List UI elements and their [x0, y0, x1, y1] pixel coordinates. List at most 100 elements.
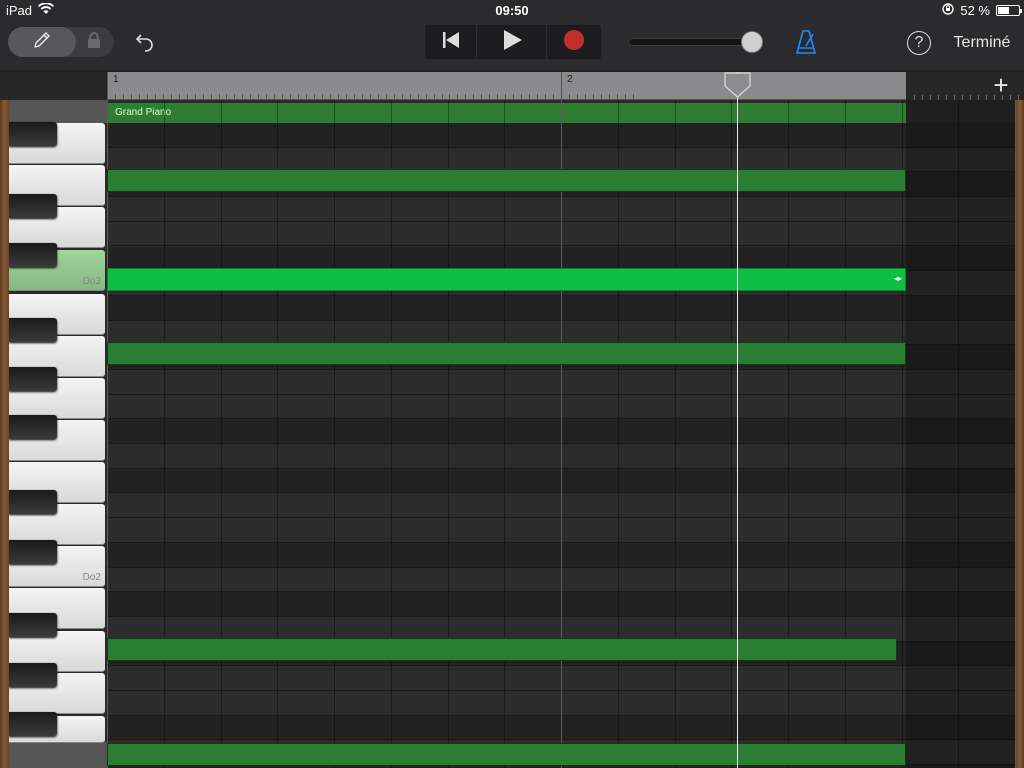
ruler-tick — [521, 94, 522, 99]
black-key[interactable] — [9, 367, 57, 391]
help-button[interactable]: ? — [907, 31, 931, 55]
ruler-tick — [211, 94, 212, 99]
beat-gridline — [561, 100, 562, 768]
midi-note[interactable] — [107, 638, 897, 661]
ruler-tick — [370, 94, 371, 99]
ruler-tick — [569, 94, 570, 99]
ruler-tick — [537, 94, 538, 99]
playhead-handle[interactable] — [724, 72, 751, 98]
black-key[interactable] — [9, 318, 57, 342]
master-volume-slider[interactable] — [628, 30, 768, 54]
keyboard-bottom-cap — [9, 742, 107, 768]
lock-button[interactable] — [82, 31, 106, 53]
beat-gridline — [221, 100, 222, 768]
undo-button[interactable] — [133, 30, 159, 54]
volume-track — [628, 38, 758, 46]
piano-keyboard: Do3 Do2 — [9, 100, 107, 768]
ruler-tick — [330, 94, 331, 99]
beat-gridline — [107, 100, 108, 768]
ruler-tick — [147, 94, 148, 99]
bar-2-label: 2 — [567, 74, 573, 85]
ruler-tick — [123, 94, 124, 99]
region-header[interactable]: Grand Piano — [107, 103, 906, 123]
ruler-tick — [418, 94, 419, 99]
metronome-icon — [794, 30, 818, 59]
resize-handle-icon[interactable]: ◂▸ — [894, 274, 902, 283]
go-to-beginning-button[interactable] — [425, 25, 477, 59]
done-button[interactable]: Terminé — [946, 34, 1018, 52]
beat-gridline — [788, 100, 789, 768]
ruler-tick — [306, 94, 307, 99]
black-key[interactable] — [9, 243, 57, 267]
bar-1-label: 1 — [113, 74, 119, 85]
ruler-tick — [131, 94, 132, 99]
ruler-tick — [250, 94, 251, 99]
beat-gridline — [334, 100, 335, 768]
ruler-tick — [513, 94, 514, 99]
ruler-tick — [219, 94, 220, 99]
garageband-piano-roll-editor: iPad 09:50 52 % ? Terminé 1 2 + Do3 Do2 … — [0, 0, 1024, 768]
playhead-line — [737, 72, 738, 768]
wood-panel-left — [0, 100, 9, 768]
black-key[interactable] — [9, 712, 57, 736]
lock-icon — [87, 31, 101, 53]
ruler-tick — [107, 94, 108, 99]
region-name: Grand Piano — [115, 107, 172, 118]
ruler-tick — [465, 94, 466, 99]
timeline-ruler[interactable]: 1 2 — [107, 72, 906, 100]
beat-gridline — [504, 100, 505, 768]
ruler-tick — [481, 94, 482, 99]
add-button[interactable]: + — [988, 72, 1014, 98]
ruler-tick — [505, 94, 506, 99]
ruler-tick — [282, 94, 283, 99]
metronome-button[interactable] — [794, 29, 818, 55]
ruler-tick — [171, 94, 172, 99]
black-key[interactable] — [9, 490, 57, 514]
piano-roll-grid[interactable]: Grand Piano ◂▸ — [107, 100, 1016, 768]
beat-gridline — [1015, 100, 1016, 768]
beat-gridline — [448, 100, 449, 768]
ruler-tick — [378, 94, 379, 99]
midi-note[interactable] — [107, 342, 907, 365]
ruler-tick — [497, 94, 498, 99]
ruler-tick — [226, 94, 227, 99]
black-key[interactable] — [9, 613, 57, 637]
ruler-tick — [179, 94, 180, 99]
ruler-tick — [633, 94, 634, 99]
status-bar: iPad 09:50 52 % — [0, 0, 1024, 20]
black-key[interactable] — [9, 663, 57, 687]
ruler-tick — [473, 94, 474, 99]
beat-gridline — [164, 100, 165, 768]
midi-note[interactable] — [107, 743, 907, 766]
black-key[interactable] — [9, 122, 57, 146]
ruler-tick — [290, 94, 291, 99]
ruler-tick — [386, 94, 387, 99]
ruler-tick — [434, 94, 435, 99]
ruler-tick — [402, 94, 403, 99]
pencil-tool-button[interactable] — [8, 27, 76, 57]
ruler-tick — [266, 94, 267, 99]
keyboard-top-cap — [9, 100, 107, 123]
black-key[interactable] — [9, 415, 57, 439]
ruler-tick — [234, 94, 235, 99]
ruler-tick — [601, 94, 602, 99]
key-label: Do3 — [82, 276, 101, 287]
selected-note[interactable]: ◂▸ — [107, 268, 907, 291]
ruler-tick — [195, 94, 196, 99]
beat-gridline — [391, 100, 392, 768]
play-button[interactable] — [477, 25, 547, 59]
ruler-tick — [529, 94, 530, 99]
midi-note[interactable] — [107, 169, 907, 192]
orientation-lock-icon — [942, 3, 955, 18]
black-key[interactable] — [9, 194, 57, 218]
ruler-tick — [346, 94, 347, 99]
ruler-tick — [394, 94, 395, 99]
ruler-tick — [274, 94, 275, 99]
record-button[interactable] — [547, 25, 601, 59]
black-key[interactable] — [9, 540, 57, 564]
ruler-tick — [442, 94, 443, 99]
beat-gridline — [958, 100, 959, 768]
volume-thumb[interactable] — [740, 31, 763, 53]
ruler-tick — [617, 94, 618, 99]
ruler-tick — [258, 94, 259, 99]
